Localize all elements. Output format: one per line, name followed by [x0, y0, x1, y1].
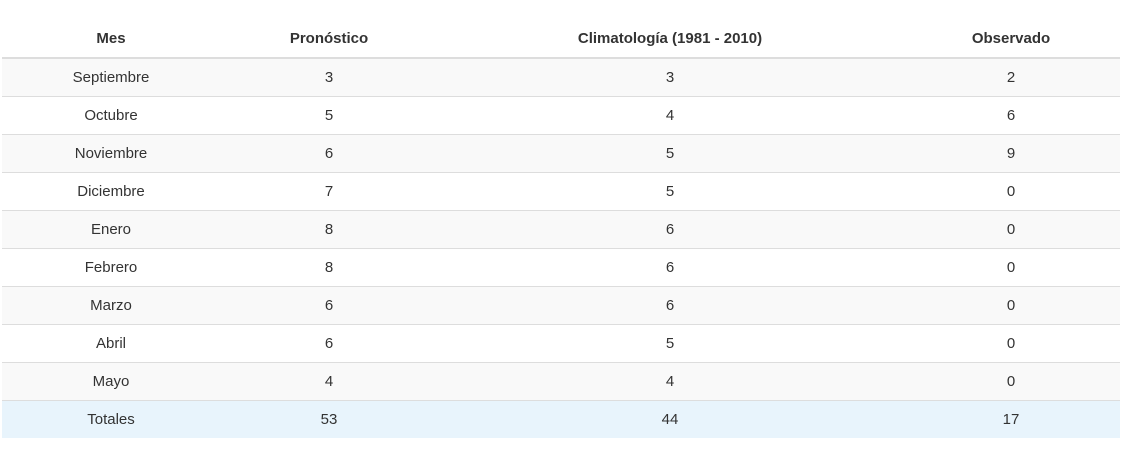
cell-mes: Febrero: [2, 248, 220, 287]
cell-climatologia: 5: [438, 172, 902, 211]
cell-pronostico: 6: [220, 134, 438, 173]
table-row: Mayo 4 4 0: [2, 362, 1120, 401]
cell-mes: Septiembre: [2, 58, 220, 97]
cell-mes: Enero: [2, 210, 220, 249]
cell-climatologia: 5: [438, 134, 902, 173]
cell-pronostico: 4: [220, 362, 438, 401]
forecast-table: Mes Pronóstico Climatología (1981 - 2010…: [2, 19, 1120, 438]
cell-pronostico: 6: [220, 286, 438, 325]
cell-observado: 2: [902, 58, 1120, 97]
cell-observado: 0: [902, 210, 1120, 249]
header-row: Mes Pronóstico Climatología (1981 - 2010…: [2, 19, 1120, 59]
table-row: Diciembre 7 5 0: [2, 172, 1120, 211]
cell-climatologia: 6: [438, 210, 902, 249]
header-pronostico: Pronóstico: [220, 19, 438, 59]
cell-observado: 0: [902, 286, 1120, 325]
table-row: Octubre 5 4 6: [2, 96, 1120, 135]
cell-climatologia: 6: [438, 286, 902, 325]
table-header: Mes Pronóstico Climatología (1981 - 2010…: [2, 19, 1120, 59]
cell-mes: Diciembre: [2, 172, 220, 211]
header-climatologia: Climatología (1981 - 2010): [438, 19, 902, 59]
header-observado: Observado: [902, 19, 1120, 59]
table-row: Noviembre 6 5 9: [2, 134, 1120, 173]
table-body: Septiembre 3 3 2 Octubre 5 4 6 Noviembre…: [2, 58, 1120, 438]
cell-mes: Abril: [2, 324, 220, 363]
cell-mes: Octubre: [2, 96, 220, 135]
cell-observado: 9: [902, 134, 1120, 173]
cell-climatologia: 6: [438, 248, 902, 287]
totals-pronostico: 53: [220, 400, 438, 438]
cell-pronostico: 8: [220, 248, 438, 287]
cell-pronostico: 5: [220, 96, 438, 135]
cell-mes: Noviembre: [2, 134, 220, 173]
cell-climatologia: 3: [438, 58, 902, 97]
table-row: Febrero 8 6 0: [2, 248, 1120, 287]
table-row: Abril 6 5 0: [2, 324, 1120, 363]
cell-pronostico: 7: [220, 172, 438, 211]
table-row: Enero 8 6 0: [2, 210, 1120, 249]
cell-climatologia: 4: [438, 362, 902, 401]
table-row: Septiembre 3 3 2: [2, 58, 1120, 97]
cell-pronostico: 8: [220, 210, 438, 249]
cell-pronostico: 6: [220, 324, 438, 363]
cell-observado: 0: [902, 362, 1120, 401]
totals-observado: 17: [902, 400, 1120, 438]
header-mes: Mes: [2, 19, 220, 59]
cell-climatologia: 4: [438, 96, 902, 135]
cell-observado: 6: [902, 96, 1120, 135]
cell-climatologia: 5: [438, 324, 902, 363]
totals-row: Totales 53 44 17: [2, 400, 1120, 438]
cell-mes: Mayo: [2, 362, 220, 401]
cell-observado: 0: [902, 248, 1120, 287]
cell-pronostico: 3: [220, 58, 438, 97]
cell-mes: Marzo: [2, 286, 220, 325]
table-row: Marzo 6 6 0: [2, 286, 1120, 325]
totals-climatologia: 44: [438, 400, 902, 438]
totals-label: Totales: [2, 400, 220, 438]
cell-observado: 0: [902, 172, 1120, 211]
cell-observado: 0: [902, 324, 1120, 363]
forecast-table-container: Mes Pronóstico Climatología (1981 - 2010…: [2, 19, 1120, 438]
